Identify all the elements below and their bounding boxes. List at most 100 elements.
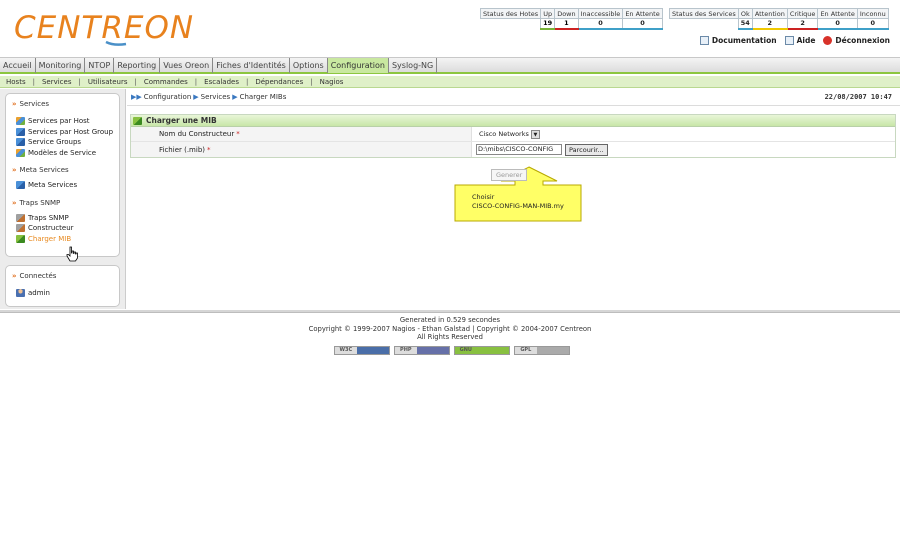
- manufacturer-selected-value: Cisco Networks: [479, 130, 529, 138]
- w3c-badge-icon[interactable]: W3C: [334, 346, 390, 355]
- menu-monitoring[interactable]: Monitoring: [36, 57, 86, 73]
- file-field: D:\mibs\CISCO-CONFIG Parcourir...: [472, 142, 895, 157]
- hosts-status-header: Status des Hotes: [479, 8, 542, 19]
- services-status-spacer: [670, 19, 739, 29]
- chevron-down-icon[interactable]: ▼: [530, 129, 540, 139]
- sidebar-item-label: Traps SNMP: [28, 213, 69, 222]
- hand-cursor-icon: [66, 246, 78, 262]
- submenu-escalades[interactable]: Escalades: [204, 78, 239, 86]
- sub-menu: Hosts | Services | Utilisateurs | Comman…: [0, 76, 900, 88]
- menu-vues-oreon[interactable]: Vues Oreon: [160, 57, 214, 73]
- gnu-badge-icon[interactable]: GNU: [454, 346, 510, 355]
- sidebar-item-charger-mib[interactable]: Charger MIB: [16, 234, 119, 245]
- services-pending-count[interactable]: 0: [817, 18, 858, 30]
- submenu-separator: |: [134, 77, 137, 86]
- logout-icon: [823, 36, 833, 45]
- php-badge-icon[interactable]: PHP: [394, 346, 450, 355]
- generate-button[interactable]: Generer: [491, 169, 528, 181]
- manufacturer-label-text: Nom du Constructeur: [159, 130, 235, 138]
- centreon-logo[interactable]: CENTREON: [14, 8, 194, 48]
- constructeur-icon: [16, 224, 25, 233]
- sidebar-connected-box: » Connectés admin: [5, 265, 120, 307]
- breadcrumb: ▶▶ Configuration ▶ Services ▶ Charger MI…: [131, 93, 286, 101]
- sidebar-item-services-par-host-group[interactable]: Services par Host Group: [16, 127, 119, 138]
- browse-button[interactable]: Parcourir...: [565, 143, 608, 156]
- sidebar-item-label: Constructeur: [28, 224, 74, 233]
- documentation-label: Documentation: [711, 36, 777, 45]
- manufacturer-label: Nom du Constructeur *: [131, 127, 472, 141]
- menu-configuration[interactable]: Configuration: [327, 57, 389, 73]
- hosts-up-header: Up: [540, 8, 556, 19]
- hosts-up-count[interactable]: 19: [540, 18, 556, 30]
- form-title-bar: Charger une MIB: [131, 115, 895, 127]
- current-datetime: 22/08/2007 10:47: [824, 93, 892, 101]
- sidebar-item-label: Service Groups: [28, 138, 82, 147]
- footer: Generated in 0.529 secondes Copyright © …: [0, 316, 900, 342]
- sidebar-section-connected: » Connectés: [12, 272, 119, 280]
- services-warning-count[interactable]: 2: [751, 18, 788, 30]
- sidebar-section-services: » Services: [12, 100, 119, 108]
- manufacturer-select[interactable]: Cisco Networks ▼: [476, 129, 543, 139]
- hosts-down-count[interactable]: 1: [554, 18, 579, 30]
- submenu-nagios[interactable]: Nagios: [320, 78, 344, 86]
- sidebar-item-meta-services[interactable]: Meta Services: [16, 180, 119, 191]
- logout-label: Déconnexion: [835, 36, 890, 45]
- callout-text: Choisir CISCO-CONFIG-MAN-MIB.my: [472, 193, 564, 210]
- sidebar-item-constructeur[interactable]: Constructeur: [16, 223, 119, 234]
- breadcrumb-services[interactable]: Services: [201, 93, 231, 101]
- submenu-services[interactable]: Services: [42, 78, 72, 86]
- menu-fiches-identites[interactable]: Fiches d'Identités: [213, 57, 290, 73]
- help-label: Aide: [796, 36, 816, 45]
- services-unknown-count[interactable]: 0: [856, 18, 889, 30]
- submenu-separator: |: [246, 77, 249, 86]
- sidebar-section-title: Meta Services: [19, 166, 69, 174]
- traps-snmp-icon: [16, 213, 25, 222]
- services-host-icon: [16, 117, 25, 126]
- menu-options[interactable]: Options: [290, 57, 328, 73]
- submenu-separator: |: [32, 77, 35, 86]
- breadcrumb-configuration[interactable]: Configuration: [144, 93, 191, 101]
- menu-reporting[interactable]: Reporting: [114, 57, 161, 73]
- sidebar-item-services-par-host[interactable]: Services par Host: [16, 116, 119, 127]
- file-path-input[interactable]: D:\mibs\CISCO-CONFIG: [476, 144, 562, 155]
- help-link[interactable]: Aide: [784, 36, 816, 45]
- submenu-dependances[interactable]: Dépendances: [255, 78, 303, 86]
- submenu-utilisateurs[interactable]: Utilisateurs: [88, 78, 128, 86]
- connected-user-admin[interactable]: admin: [16, 288, 119, 299]
- submenu-separator: |: [310, 77, 313, 86]
- services-critical-count[interactable]: 2: [786, 18, 819, 30]
- load-mib-form: Charger une MIB Nom du Constructeur * Ci…: [130, 114, 896, 158]
- documentation-link[interactable]: Documentation: [699, 36, 777, 45]
- svg-text:CENTREON: CENTREON: [14, 10, 194, 46]
- services-pending-header: En Attente: [817, 8, 858, 19]
- sidebar-item-modeles-de-service[interactable]: Modèles de Service: [16, 148, 119, 159]
- manufacturer-field: Cisco Networks ▼: [472, 127, 895, 141]
- submenu-hosts[interactable]: Hosts: [6, 78, 26, 86]
- sidebar-item-traps-snmp[interactable]: Traps SNMP: [16, 213, 119, 224]
- submenu-commandes[interactable]: Commandes: [144, 78, 188, 86]
- footer-badges: W3C PHP GNU GPL: [334, 346, 570, 355]
- hosts-unreachable-count[interactable]: 0: [577, 18, 624, 30]
- services-warning-header: Attention: [751, 8, 788, 19]
- double-chevron-icon: »: [12, 166, 17, 174]
- sidebar-section-title: Traps SNMP: [19, 198, 61, 207]
- header: CENTREON Status des Hotes Up Down Inacce…: [0, 0, 900, 52]
- logout-link[interactable]: Déconnexion: [823, 36, 890, 45]
- menu-accueil[interactable]: Accueil: [0, 57, 36, 73]
- menu-syslog-ng[interactable]: Syslog-NG: [389, 57, 438, 73]
- hosts-status-spacer: [481, 19, 541, 29]
- sidebar-item-service-groups[interactable]: Service Groups: [16, 137, 119, 148]
- callout-line-2: CISCO-CONFIG-MAN-MIB.my: [472, 201, 564, 210]
- breadcrumb-arrow-icon: ▶▶: [131, 93, 142, 101]
- menu-ntop[interactable]: NTOP: [85, 57, 115, 73]
- hosts-pending-count[interactable]: 0: [622, 18, 663, 30]
- file-label-text: Fichier (.mib): [159, 145, 205, 154]
- services-unknown-header: Inconnu: [856, 8, 889, 19]
- breadcrumb-charger-mibs[interactable]: Charger MIBs: [240, 93, 287, 101]
- breadcrumb-arrow-icon: ▶: [193, 93, 199, 101]
- hosts-status-table: Status des Hotes Up Down Inaccessible En…: [479, 8, 663, 30]
- sidebar-item-label: Charger MIB: [28, 234, 72, 243]
- services-ok-count[interactable]: 54: [737, 18, 753, 30]
- gpl-badge-icon[interactable]: GPL: [514, 346, 570, 355]
- breadcrumb-divider: [127, 105, 900, 106]
